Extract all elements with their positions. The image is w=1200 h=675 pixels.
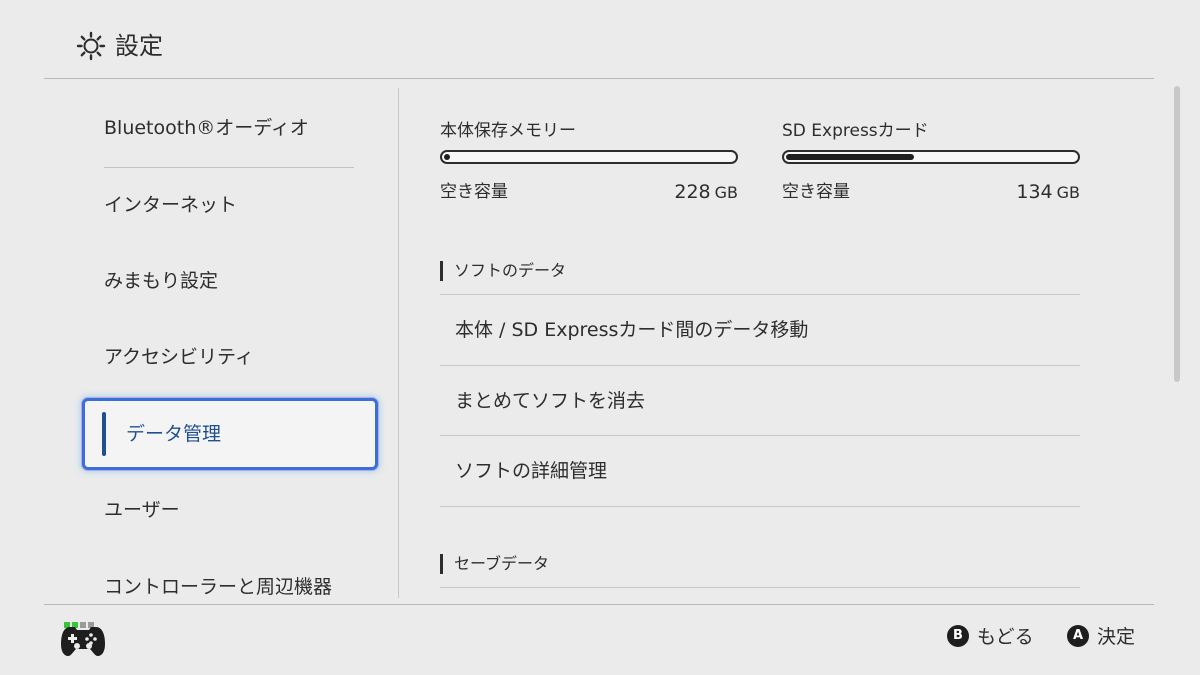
free-space-value: 134 GB <box>1016 181 1080 203</box>
section-heading-save-data: セーブデータ <box>440 551 549 577</box>
sidebar-item-bluetooth-audio[interactable]: Bluetooth®オーディオ <box>104 108 309 148</box>
menu-item-software-details[interactable]: ソフトの詳細管理 <box>440 436 1080 506</box>
section-heading-software-data: ソフトのデータ <box>440 258 566 284</box>
page-title: 設定 <box>115 32 163 60</box>
back-button[interactable]: B もどる <box>947 624 1034 650</box>
sidebar-item-label: データ管理 <box>126 423 222 445</box>
header-divider <box>44 78 1154 79</box>
sidebar: Bluetooth®オーディオ インターネット みまもり設定 アクセシビリティ … <box>44 80 400 600</box>
confirm-button[interactable]: A 決定 <box>1067 624 1135 650</box>
sidebar-item-internet[interactable]: インターネット <box>104 185 237 225</box>
sidebar-separator <box>398 88 399 598</box>
storage-usage-bar <box>782 150 1080 164</box>
a-button-icon: A <box>1067 624 1089 647</box>
free-space-label: 空き容量 <box>782 182 850 202</box>
settings-screen: 設定 Bluetooth®オーディオ インターネット みまもり設定 アクセシビリ… <box>0 0 1200 675</box>
storage-system: 本体保存メモリー 空き容量 228 GB <box>440 118 740 206</box>
free-space-value: 228 GB <box>674 181 738 203</box>
menu-item-move-data[interactable]: 本体 / SD Expressカード間のデータ移動 <box>440 295 1080 365</box>
sidebar-item-parental-controls[interactable]: みまもり設定 <box>104 261 218 301</box>
storage-usage-fill <box>786 154 914 160</box>
sidebar-item-users[interactable]: ユーザー <box>104 490 180 530</box>
sidebar-item-accessibility[interactable]: アクセシビリティ <box>104 337 254 377</box>
row-divider <box>440 506 1080 507</box>
sidebar-divider <box>104 167 354 168</box>
storage-name: 本体保存メモリー <box>440 121 576 141</box>
gear-icon <box>76 31 106 61</box>
gamepad-icon[interactable] <box>60 622 106 658</box>
menu-item-bulk-delete-software[interactable]: まとめてソフトを消去 <box>440 366 1080 436</box>
b-button-icon: B <box>947 624 969 647</box>
storage-usage-fill <box>444 154 450 160</box>
header: 設定 <box>0 0 1200 80</box>
selection-indicator <box>102 412 106 456</box>
scrollbar[interactable] <box>1174 86 1180 382</box>
storage-usage-bar <box>440 150 738 164</box>
storage-name: SD Expressカード <box>782 121 929 141</box>
footer-divider <box>44 604 1154 605</box>
free-space-label: 空き容量 <box>440 182 508 202</box>
sidebar-item-data-management[interactable]: データ管理 <box>82 398 378 470</box>
storage-sd-card: SD Expressカード 空き容量 134 GB <box>782 118 1082 206</box>
sidebar-item-controllers[interactable]: コントローラーと周辺機器 <box>104 567 332 600</box>
row-divider <box>440 587 1080 588</box>
player-leds <box>64 613 96 628</box>
